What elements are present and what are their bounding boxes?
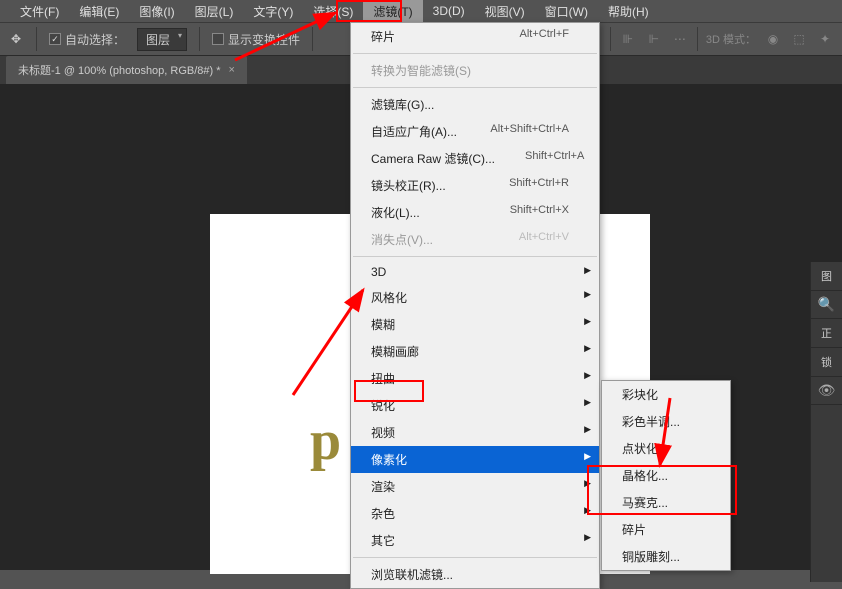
menu-item-pixelate[interactable]: 像素化▶ <box>351 446 599 473</box>
menu-item-3d[interactable]: 3D▶ <box>351 260 599 284</box>
menu-edit[interactable]: 编辑(E) <box>69 0 129 23</box>
submenu-item-mosaic[interactable]: 马赛克... <box>602 489 730 516</box>
close-icon[interactable]: × <box>229 64 235 76</box>
menu-item-last-filter[interactable]: 碎片 Alt+Ctrl+F <box>351 23 599 50</box>
submenu-item-facet[interactable]: 彩块化 <box>602 381 730 408</box>
panel-label[interactable]: 锁 <box>811 348 842 377</box>
submenu-item-color-halftone[interactable]: 彩色半调... <box>602 408 730 435</box>
menu-item-browse-online[interactable]: 浏览联机滤镜... <box>351 561 599 588</box>
show-transform-checkbox[interactable]: 显示变换控件 <box>212 31 300 48</box>
menu-select[interactable]: 选择(S) <box>303 0 363 23</box>
mode-3d-icon[interactable]: ✦ <box>816 30 834 48</box>
submenu-item-crystallize[interactable]: 晶格化... <box>602 462 730 489</box>
submenu-item-mezzotint[interactable]: 铜版雕刻... <box>602 543 730 570</box>
right-panels: 图 🔍 正 锁 👁 <box>810 262 842 582</box>
submenu-item-pointillize[interactable]: 点状化... <box>602 435 730 462</box>
panel-label[interactable]: 图 <box>811 262 842 291</box>
panel-eye-icon[interactable]: 👁 <box>811 377 842 405</box>
menu-type[interactable]: 文字(Y) <box>243 0 303 23</box>
menu-image[interactable]: 图像(I) <box>129 0 184 23</box>
mode-3d-label: 3D 模式： <box>706 31 756 47</box>
menu-item-blur-gallery[interactable]: 模糊画廊▶ <box>351 338 599 365</box>
layer-group-combo[interactable]: 图层 <box>137 28 187 51</box>
menu-item-vanishing-point: 消失点(V)...Alt+Ctrl+V <box>351 226 599 253</box>
show-transform-label: 显示变换控件 <box>228 31 300 48</box>
pixelate-submenu: 彩块化 彩色半调... 点状化... 晶格化... 马赛克... 碎片 铜版雕刻… <box>601 380 731 571</box>
menu-view[interactable]: 视图(V) <box>475 0 535 23</box>
checkbox-icon <box>212 33 224 45</box>
menu-item-other[interactable]: 其它▶ <box>351 527 599 554</box>
menu-file[interactable]: 文件(F) <box>10 0 69 23</box>
menu-window[interactable]: 窗口(W) <box>535 0 598 23</box>
menu-item-camera-raw[interactable]: Camera Raw 滤镜(C)...Shift+Ctrl+A <box>351 145 599 172</box>
auto-select-checkbox[interactable]: ✓ 自动选择： <box>49 31 125 48</box>
menu-item-video[interactable]: 视频▶ <box>351 419 599 446</box>
menu-filter[interactable]: 滤镜(T) <box>363 0 422 23</box>
menu-item-render[interactable]: 渲染▶ <box>351 473 599 500</box>
tab-title: 未标题-1 @ 100% (photoshop, RGB/8#) * <box>18 62 221 78</box>
menu-item-liquify[interactable]: 液化(L)...Shift+Ctrl+X <box>351 199 599 226</box>
mode-3d-icon[interactable]: ⬚ <box>790 30 808 48</box>
menu-item-lens-correction[interactable]: 镜头校正(R)...Shift+Ctrl+R <box>351 172 599 199</box>
document-tab[interactable]: 未标题-1 @ 100% (photoshop, RGB/8#) * × <box>6 56 247 84</box>
menu-item-sharpen[interactable]: 锐化▶ <box>351 392 599 419</box>
panel-label[interactable]: 正 <box>811 319 842 348</box>
menubar: 文件(F) 编辑(E) 图像(I) 图层(L) 文字(Y) 选择(S) 滤镜(T… <box>0 0 842 22</box>
menu-item-convert-smart: 转换为智能滤镜(S) <box>351 57 599 84</box>
panel-search-icon[interactable]: 🔍 <box>811 291 842 319</box>
more-icon[interactable]: ⋯ <box>671 30 689 48</box>
menu-item-blur[interactable]: 模糊▶ <box>351 311 599 338</box>
menu-item-stylize[interactable]: 风格化▶ <box>351 284 599 311</box>
checkbox-icon: ✓ <box>49 33 61 45</box>
move-tool-icon: ✥ <box>8 31 24 47</box>
menu-help[interactable]: 帮助(H) <box>598 0 659 23</box>
filter-dropdown: 碎片 Alt+Ctrl+F 转换为智能滤镜(S) 滤镜库(G)... 自适应广角… <box>350 22 600 589</box>
distribute-icon[interactable]: ⊩ <box>645 30 663 48</box>
menu-item-adaptive-wide[interactable]: 自适应广角(A)...Alt+Shift+Ctrl+A <box>351 118 599 145</box>
canvas-text-left: p <box>310 409 341 473</box>
auto-select-label: 自动选择： <box>65 31 125 48</box>
submenu-item-fragment[interactable]: 碎片 <box>602 516 730 543</box>
mode-3d-icon[interactable]: ◉ <box>764 30 782 48</box>
distribute-icon[interactable]: ⊪ <box>619 30 637 48</box>
menu-3d[interactable]: 3D(D) <box>423 1 475 21</box>
menu-item-filter-gallery[interactable]: 滤镜库(G)... <box>351 91 599 118</box>
menu-item-noise[interactable]: 杂色▶ <box>351 500 599 527</box>
menu-layer[interactable]: 图层(L) <box>185 0 244 23</box>
menu-item-distort[interactable]: 扭曲▶ <box>351 365 599 392</box>
